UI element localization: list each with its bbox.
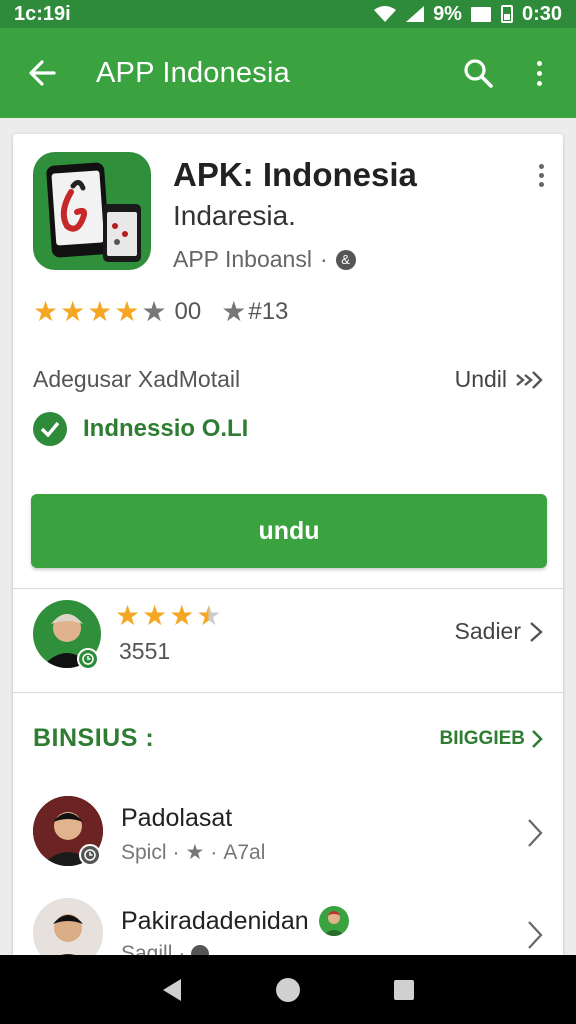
status-bar: 1c:19i 9% 0:30 <box>0 0 576 28</box>
info-right-label: Undil <box>454 366 507 392</box>
review-count: 3551 <box>119 638 171 664</box>
nav-home-button[interactable] <box>265 967 311 1013</box>
section-more-link[interactable]: BIIGGIEB <box>439 728 543 750</box>
developer-name: APP Inboansl <box>173 246 312 272</box>
star-icon: ★ <box>142 600 168 631</box>
info-right-link[interactable]: Undil <box>455 366 543 393</box>
system-nav-bar <box>0 955 576 1024</box>
star-icon: ★ <box>114 296 140 327</box>
app-bar: APP Indonesia <box>0 28 576 118</box>
rating-star-label: #13 <box>248 298 289 325</box>
star-icon: ★ <box>33 296 59 327</box>
battery-percent: 9% <box>433 2 462 25</box>
info-left: Adegusar XadMotail <box>33 366 241 392</box>
list-item-name-row: Pakiradadenidan <box>121 906 349 936</box>
list-item-meta-right: A7al <box>223 840 266 864</box>
star-half-icon: ★ <box>196 600 222 631</box>
separator-dot: · <box>172 840 180 864</box>
list-item-name: Padolasat <box>121 804 233 832</box>
app-name: APK: Indonesia <box>173 156 417 193</box>
install-button[interactable]: undu <box>31 494 547 568</box>
review-link[interactable]: Sadier <box>455 618 543 645</box>
more-vert-icon[interactable] <box>524 53 554 93</box>
nav-home-icon <box>276 977 300 1002</box>
app-detail-card: APK: Indonesia Indaresia. APP Inboansl ·… <box>13 134 563 1024</box>
separator-dot: · <box>319 246 328 272</box>
wifi-icon <box>374 6 397 22</box>
section-header: BINSIUS : BIIGGIEB <box>33 724 543 753</box>
search-button[interactable] <box>458 53 498 93</box>
review-stars: ★ ★ ★ ★ <box>115 602 221 630</box>
star-icon: ★ <box>115 600 141 631</box>
nav-back-icon <box>163 978 181 1001</box>
status-icons: 9% 0:30 <box>373 3 562 26</box>
star-icon: ★ <box>169 600 195 631</box>
verified-label: Indnessio O.LI <box>83 415 249 442</box>
developer-badge-icon: & <box>335 249 356 270</box>
battery-small-icon <box>500 5 513 23</box>
chevron-right-icon <box>528 921 543 949</box>
review-link-label: Sadier <box>454 618 521 644</box>
app-icon <box>33 152 151 270</box>
divider <box>13 588 563 589</box>
double-chevron-right-icon <box>516 370 543 389</box>
check-icon <box>33 412 67 446</box>
star-icon: ★ <box>185 841 205 864</box>
rating-row: ★ ★ ★ ★ ★ 00 ★ #13 <box>33 298 288 326</box>
list-item-meta-left: Spicl <box>121 840 167 864</box>
search-icon <box>464 59 493 88</box>
list-item-meta: Spicl · ★ · A7al <box>121 840 265 865</box>
clock-badge-icon <box>79 844 101 866</box>
star-icon: ★ <box>60 296 86 327</box>
nav-recents-button[interactable] <box>381 967 427 1013</box>
info-row: Adegusar XadMotail Undil <box>33 366 543 393</box>
chevron-right-icon <box>530 621 543 642</box>
star-empty-icon: ★ <box>141 296 167 327</box>
star-icon: ★ <box>221 296 247 327</box>
developer-row[interactable]: APP Inboansl · & <box>173 246 356 273</box>
list-item[interactable]: Padolasat Spicl · ★ · A7al <box>33 796 543 876</box>
verified-row: Indnessio O.LI <box>33 412 248 446</box>
status-time: 1c:19i <box>14 2 71 25</box>
list-item-name: Pakiradadenidan <box>121 906 309 935</box>
back-arrow-icon <box>29 60 56 86</box>
battery-icon <box>470 7 491 22</box>
review-row[interactable]: ★ ★ ★ ★ 3551 Sadier <box>33 598 543 674</box>
clock-badge-icon <box>77 648 99 670</box>
app-bar-title: APP Indonesia <box>96 56 290 89</box>
card-more-vert-icon[interactable] <box>531 160 551 190</box>
small-avatar <box>318 906 349 936</box>
chevron-right-icon <box>532 729 543 748</box>
star-icon: ★ <box>87 296 113 327</box>
separator-dot: · <box>210 840 218 864</box>
signal-icon <box>406 6 425 22</box>
nav-back-button[interactable] <box>149 967 195 1013</box>
chevron-right-icon <box>528 819 543 847</box>
app-subtitle: Indaresia. <box>173 200 296 231</box>
divider <box>13 692 563 693</box>
status-clock-right: 0:30 <box>521 2 562 25</box>
nav-recents-icon <box>394 979 414 1000</box>
back-button[interactable] <box>22 53 62 93</box>
section-more-label: BIIGGIEB <box>439 727 525 749</box>
rating-count: 00 <box>174 298 202 325</box>
section-title: BINSIUS : <box>33 724 155 752</box>
